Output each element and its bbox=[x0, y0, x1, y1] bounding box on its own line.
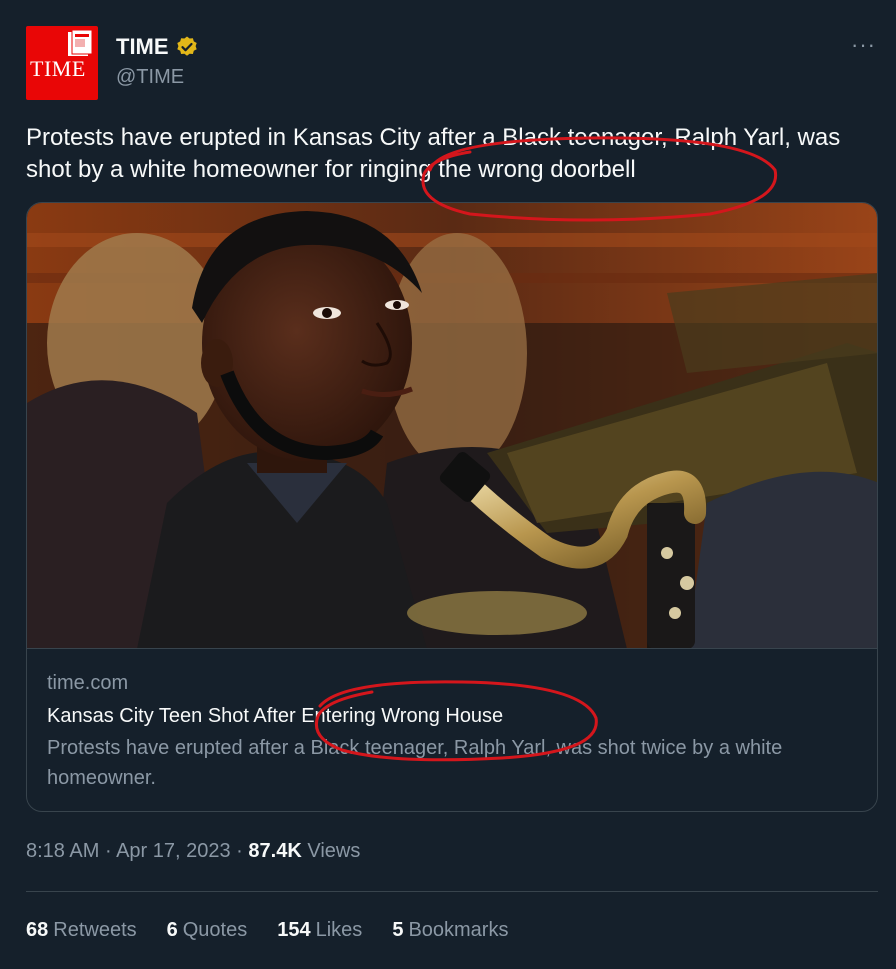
stat-quotes[interactable]: 6 Quotes bbox=[167, 919, 248, 942]
tweet-timestamp: 8:18 AM · Apr 17, 2023 · 87.4K Views bbox=[26, 840, 360, 863]
stat-bookmarks[interactable]: 5 Bookmarks bbox=[392, 919, 508, 942]
stat-count: 5 bbox=[392, 919, 404, 941]
views-count: 87.4K bbox=[248, 840, 302, 862]
stat-label: Likes bbox=[315, 919, 363, 941]
tweet-header: TIME TIME @TIME ··· bbox=[26, 26, 876, 100]
stat-likes[interactable]: 154 Likes bbox=[277, 919, 362, 942]
account-handle[interactable]: @TIME bbox=[116, 66, 184, 89]
separator: · bbox=[236, 840, 243, 862]
more-options-icon[interactable]: ··· bbox=[851, 32, 876, 58]
engagement-stats: 68 Retweets 6 Quotes 154 Likes 5 Bookmarks bbox=[26, 919, 538, 942]
tweet-text: Protests have erupted in Kansas City aft… bbox=[26, 124, 841, 183]
views-label: Views bbox=[307, 840, 361, 862]
card-photo bbox=[27, 203, 877, 648]
card-domain[interactable]: time.com bbox=[47, 669, 857, 697]
avatar-logo-text: TIME bbox=[30, 56, 86, 81]
stat-count: 6 bbox=[166, 919, 178, 941]
account-name[interactable]: TIME bbox=[116, 34, 169, 60]
stat-count: 154 bbox=[277, 919, 311, 941]
stat-count: 68 bbox=[26, 919, 49, 941]
link-card[interactable]: time.com Kansas City Teen Shot After Ent… bbox=[26, 202, 878, 812]
stat-label: Bookmarks bbox=[408, 919, 509, 941]
magazine-stack-icon bbox=[68, 29, 93, 56]
stat-label: Quotes bbox=[182, 919, 248, 941]
tweet-date[interactable]: Apr 17, 2023 bbox=[116, 840, 231, 862]
stat-label: Retweets bbox=[53, 919, 137, 941]
verified-badge-icon bbox=[176, 36, 197, 56]
card-title[interactable]: Kansas City Teen Shot After Entering Wro… bbox=[47, 701, 857, 731]
stat-retweets[interactable]: 68 Retweets bbox=[26, 919, 137, 942]
card-meta: time.com Kansas City Teen Shot After Ent… bbox=[47, 669, 857, 793]
card-image[interactable] bbox=[27, 203, 877, 649]
tweet-time[interactable]: 8:18 AM bbox=[26, 840, 99, 862]
card-description: Protests have erupted after a Black teen… bbox=[47, 737, 783, 789]
separator: · bbox=[104, 840, 112, 862]
avatar[interactable]: TIME bbox=[26, 26, 98, 100]
divider bbox=[26, 891, 878, 892]
account-name-row[interactable]: TIME bbox=[116, 34, 199, 60]
